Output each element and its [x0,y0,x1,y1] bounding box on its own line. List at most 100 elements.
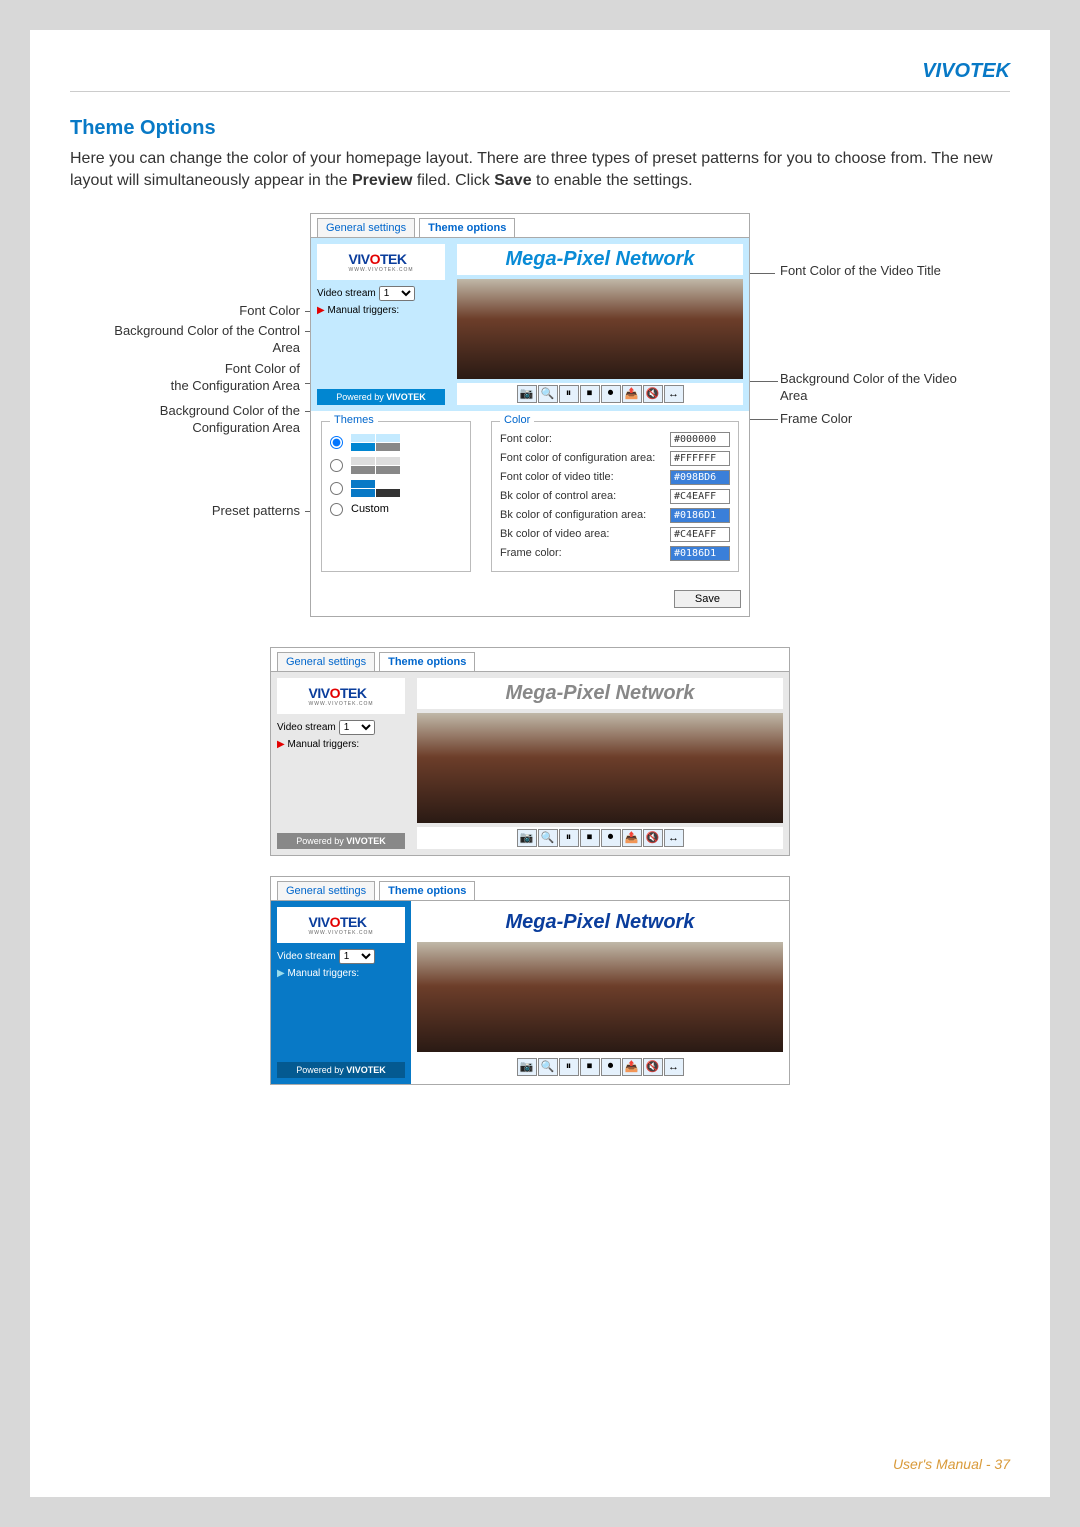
video-title: Mega-Pixel Network [417,678,783,709]
tb-upload-icon[interactable]: 📤 [622,1058,642,1076]
caret-icon: ▶ [277,739,285,750]
preview-sidebar: VIVOTEK WWW.VIVOTEK.COM Video stream 1 ▶… [311,238,451,411]
tb-fullscreen-icon[interactable]: ↔ [664,1058,684,1076]
powered-brand: VIVOTEK [346,1065,386,1075]
tb-pause-icon[interactable]: ⏸ [559,829,579,847]
color-row-5: Bk color of video area: #C4EAFF [500,527,730,542]
logo-part3: TEK [340,914,367,930]
tb-upload-icon[interactable]: 📤 [622,385,642,403]
video-toolbar: 📷 🔍 ⏸ ⏹ ⏺ 📤 🔇 ↔ [457,383,743,405]
tb-stop-icon[interactable]: ⏹ [580,385,600,403]
tb-record-icon[interactable]: ⏺ [601,829,621,847]
color-value[interactable]: #FFFFFF [670,451,730,466]
tb-zoom-icon[interactable]: 🔍 [538,385,558,403]
logo: VIVOTEK WWW.VIVOTEK.COM [317,244,445,280]
tab-general-settings[interactable]: General settings [317,218,415,237]
tb-pause-icon[interactable]: ⏸ [559,1058,579,1076]
color-label: Font color of configuration area: [500,452,655,464]
manual-triggers[interactable]: ▶ Manual triggers: [277,739,405,750]
tb-fullscreen-icon[interactable]: ↔ [664,385,684,403]
color-row-4: Bk color of configuration area: #0186D1 [500,508,730,523]
theme-radio-1[interactable] [330,436,343,449]
tb-mute-icon[interactable]: 🔇 [643,829,663,847]
color-value[interactable]: #0186D1 [670,508,730,523]
tb-fullscreen-icon[interactable]: ↔ [664,829,684,847]
logo-subtitle: WWW.VIVOTEK.COM [309,701,374,707]
color-label: Bk color of video area: [500,528,609,540]
logo-part1: VIV [309,685,330,701]
tb-zoom-icon[interactable]: 🔍 [538,1058,558,1076]
tb-record-icon[interactable]: ⏺ [601,385,621,403]
preview-example-3: General settings Theme options VIVOTEK W… [270,876,790,1085]
video-stream-select[interactable]: 1 [339,949,375,964]
callout-font-color: Font Color [239,303,300,320]
tab-theme-options[interactable]: Theme options [419,218,515,237]
tb-upload-icon[interactable]: 📤 [622,829,642,847]
video-stream-select[interactable]: 1 [339,720,375,735]
tb-stop-icon[interactable]: ⏹ [580,829,600,847]
theme-radio-3[interactable] [330,482,343,495]
video-stream-select[interactable]: 1 [379,286,415,301]
body-text-post: to enable the settings. [532,172,693,189]
body-paragraph: Here you can change the color of your ho… [70,148,1010,193]
color-label: Bk color of control area: [500,490,616,502]
theme-radio-2[interactable] [330,459,343,472]
manual-triggers[interactable]: ▶ Manual triggers: [277,968,405,979]
tab-general-settings[interactable]: General settings [277,881,375,900]
theme-swatch-2 [351,457,400,474]
powered-prefix: Powered by [296,836,346,846]
tab-theme-options[interactable]: Theme options [379,652,475,671]
theme-option-1[interactable] [330,434,462,451]
color-label: Frame color: [500,547,562,559]
tb-pause-icon[interactable]: ⏸ [559,385,579,403]
caret-icon: ▶ [277,968,285,979]
color-value[interactable]: #098BD6 [670,470,730,485]
logo-part2: O [330,685,340,701]
powered-by-bar: Powered by VIVOTEK [317,389,445,405]
theme-option-custom[interactable]: Custom [330,503,462,516]
save-button[interactable]: Save [674,590,741,608]
tb-mute-icon[interactable]: 🔇 [643,1058,663,1076]
video-toolbar: 📷 🔍 ⏸ ⏹ ⏺ 📤 🔇 ↔ [417,827,783,849]
manual-triggers-label: Manual triggers: [287,739,359,750]
theme-radio-custom[interactable] [330,503,343,516]
body-bold-preview: Preview [352,172,412,189]
powered-brand: VIVOTEK [386,392,426,402]
logo: VIVOTEK WWW.VIVOTEK.COM [277,907,405,943]
manual-triggers[interactable]: ▶ Manual triggers: [317,305,445,316]
powered-brand: VIVOTEK [346,836,386,846]
tb-snapshot-icon[interactable]: 📷 [517,829,537,847]
tb-mute-icon[interactable]: 🔇 [643,385,663,403]
preview-example-2: General settings Theme options VIVOTEK W… [270,647,790,856]
logo-part2: O [370,251,380,267]
themes-box: Themes [321,421,471,572]
video-stream-control: Video stream 1 [317,286,445,301]
logo-subtitle: WWW.VIVOTEK.COM [309,930,374,936]
video-area [417,942,783,1052]
callout-font-video-title: Font Color of the Video Title [780,263,941,280]
callout-bg-video: Background Color of the Video Area [780,371,970,405]
color-value[interactable]: #C4EAFF [670,527,730,542]
logo-subtitle: WWW.VIVOTEK.COM [349,267,414,273]
color-value[interactable]: #000000 [670,432,730,447]
tab-general-settings[interactable]: General settings [277,652,375,671]
tb-snapshot-icon[interactable]: 📷 [517,385,537,403]
manual-triggers-label: Manual triggers: [287,968,359,979]
color-value[interactable]: #C4EAFF [670,489,730,504]
color-value[interactable]: #0186D1 [670,546,730,561]
color-row-0: Font color:#000000 [500,432,730,447]
tb-record-icon[interactable]: ⏺ [601,1058,621,1076]
logo-part3: TEK [380,251,407,267]
color-row-2: Font color of video title:#098BD6 [500,470,730,485]
theme-option-2[interactable] [330,457,462,474]
tb-stop-icon[interactable]: ⏹ [580,1058,600,1076]
theme-option-3[interactable] [330,480,462,497]
themes-color-section: Themes [311,411,749,582]
tab-theme-options[interactable]: Theme options [379,881,475,900]
tb-snapshot-icon[interactable]: 📷 [517,1058,537,1076]
tb-zoom-icon[interactable]: 🔍 [538,829,558,847]
annotated-diagram: Font Color Background Color of the Contr… [110,213,970,617]
color-label: Bk color of configuration area: [500,509,646,521]
color-row-6: Frame color: #0186D1 [500,546,730,561]
callout-font-config: Font Color of the Configuration Area [171,361,300,395]
